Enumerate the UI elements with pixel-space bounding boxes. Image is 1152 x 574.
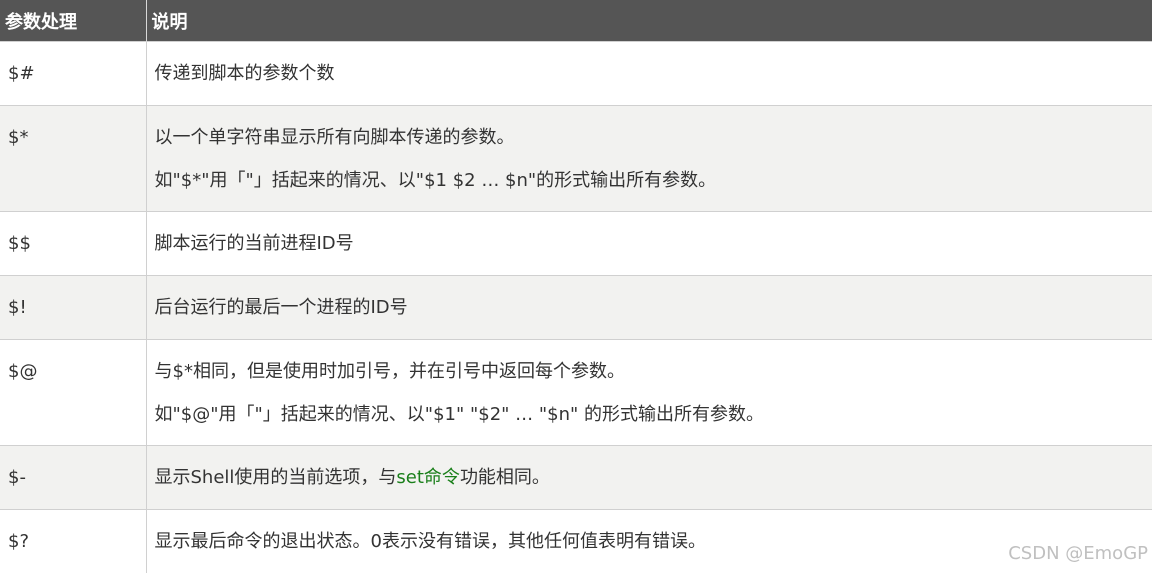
desc-cell: 显示最后命令的退出状态。0表示没有错误，其他任何值表明有错误。: [146, 509, 1152, 573]
desc-block: 显示Shell使用的当前选项，与set命令功能相同。: [155, 446, 1152, 488]
table-header-row: 参数处理 说明: [0, 0, 1152, 42]
header-param: 参数处理: [0, 0, 147, 42]
desc-cell: 后台运行的最后一个进程的ID号: [146, 275, 1152, 340]
desc-text-after: 功能相同。: [459, 467, 550, 488]
table-row: $$ 脚本运行的当前进程ID号: [0, 211, 1152, 276]
param-text: $$: [8, 233, 31, 254]
param-text: $-: [8, 467, 26, 488]
header-desc: 说明: [146, 0, 1152, 42]
param-cell: $!: [0, 275, 147, 340]
set-command-link[interactable]: set命令: [396, 467, 460, 488]
table-row: $* 以一个单字符串显示所有向脚本传递的参数。 如"$*"用「"」括起来的情况、…: [0, 105, 1152, 212]
param-text: $*: [8, 127, 29, 148]
param-text: $?: [8, 531, 30, 552]
param-cell: $@: [0, 339, 147, 446]
param-text: $!: [8, 297, 27, 318]
desc-cell: 脚本运行的当前进程ID号: [146, 211, 1152, 276]
desc-text-before: 显示Shell使用的当前选项，与: [154, 467, 397, 488]
desc-block: 以一个单字符串显示所有向脚本传递的参数。 如"$*"用「"」括起来的情况、以"$…: [155, 106, 1152, 191]
desc-text: 传递到脚本的参数个数: [154, 63, 335, 84]
desc-cell: 显示Shell使用的当前选项，与set命令功能相同。: [146, 445, 1152, 510]
desc-text: 显示最后命令的退出状态。0表示没有错误，其他任何值表明有错误。: [154, 531, 706, 552]
desc-text: 后台运行的最后一个进程的ID号: [154, 297, 408, 318]
params-table: 参数处理 说明 $# 传递到脚本的参数个数 $* 以一个单字符串显示所有向脚本传…: [0, 0, 1152, 573]
desc-cell: 以一个单字符串显示所有向脚本传递的参数。 如"$*"用「"」括起来的情况、以"$…: [146, 105, 1152, 212]
desc-cell: 与$*相同，但是使用时加引号，并在引号中返回每个参数。 如"$@"用「"」括起来…: [146, 339, 1152, 446]
table-row: $? 显示最后命令的退出状态。0表示没有错误，其他任何值表明有错误。: [0, 509, 1152, 573]
param-cell: $#: [0, 41, 147, 106]
param-cell: $*: [0, 105, 147, 212]
table-row: $# 传递到脚本的参数个数: [0, 41, 1152, 106]
param-cell: $-: [0, 445, 147, 510]
param-text: $@: [8, 361, 38, 382]
desc-line-1: 与$*相同，但是使用时加引号，并在引号中返回每个参数。: [154, 361, 625, 382]
desc-text: 脚本运行的当前进程ID号: [154, 233, 354, 254]
param-cell: $$: [0, 211, 147, 276]
desc-line-2: 如"$*"用「"」括起来的情况、以"$1 $2 … $n"的形式输出所有参数。: [154, 170, 717, 191]
table-row: $@ 与$*相同，但是使用时加引号，并在引号中返回每个参数。 如"$@"用「"」…: [0, 339, 1152, 446]
page: 参数处理 说明 $# 传递到脚本的参数个数 $* 以一个单字符串显示所有向脚本传…: [0, 0, 1152, 574]
desc-line-2: 如"$@"用「"」括起来的情况、以"$1" "$2" … "$n" 的形式输出所…: [154, 404, 765, 425]
table-row: $! 后台运行的最后一个进程的ID号: [0, 275, 1152, 340]
desc-line-1: 以一个单字符串显示所有向脚本传递的参数。: [154, 127, 515, 148]
watermark: CSDN @EmoGP: [1008, 543, 1148, 564]
table-row: $- 显示Shell使用的当前选项，与set命令功能相同。: [0, 445, 1152, 510]
param-cell: $?: [0, 509, 147, 573]
desc-block: 与$*相同，但是使用时加引号，并在引号中返回每个参数。 如"$@"用「"」括起来…: [155, 340, 1152, 425]
desc-cell: 传递到脚本的参数个数: [146, 41, 1152, 106]
param-text: $#: [8, 63, 35, 84]
